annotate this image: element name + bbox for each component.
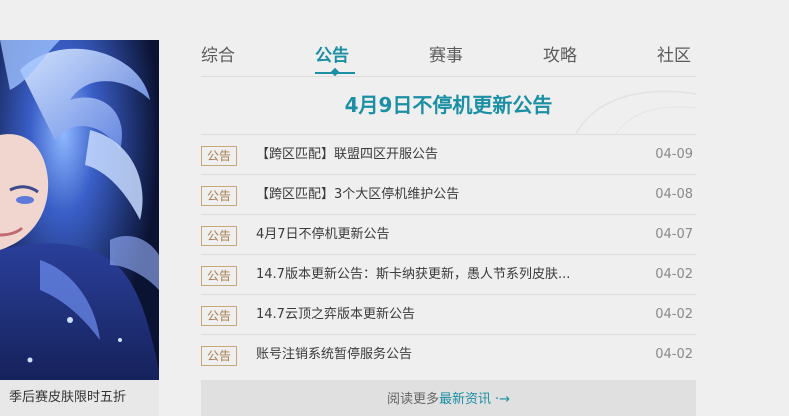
tab-esports[interactable]: 赛事 [429, 41, 463, 66]
news-date: 04-09 [655, 147, 693, 162]
news-item[interactable]: 公告 【跨区匹配】3个大区停机维护公告 04-08 [201, 175, 696, 215]
news-date: 04-08 [655, 187, 693, 202]
news-tag: 公告 [201, 266, 237, 286]
tab-community[interactable]: 社区 [657, 41, 691, 66]
news-item[interactable]: 公告 14.7版本更新公告：斯卡纳获更新，愚人节系列皮肤... 04-02 [201, 255, 696, 295]
featured-headline[interactable]: 4月9日不停机更新公告 [201, 76, 696, 135]
news-item[interactable]: 公告 账号注销系统暂停服务公告 04-02 [201, 335, 696, 375]
news-title[interactable]: 账号注销系统暂停服务公告 [256, 335, 636, 375]
news-date: 04-07 [655, 227, 693, 242]
arrow-right-icon: ·→ [495, 392, 511, 407]
read-more-prefix: 阅读更多 [386, 392, 439, 407]
news-list: 公告 【跨区匹配】联盟四区开服公告 04-09 公告 【跨区匹配】3个大区停机维… [201, 135, 696, 375]
news-title[interactable]: 14.7版本更新公告：斯卡纳获更新，愚人节系列皮肤... [256, 255, 636, 295]
promo-artwork [0, 40, 159, 416]
news-tag: 公告 [201, 226, 237, 246]
news-title[interactable]: 【跨区匹配】3个大区停机维护公告 [256, 175, 636, 215]
promo-banner[interactable]: 季后赛皮肤限时五折 [0, 40, 159, 416]
read-more-highlight: 最新资讯 [438, 392, 491, 407]
news-tag: 公告 [201, 146, 237, 166]
tab-guides[interactable]: 攻略 [543, 41, 577, 66]
news-tag: 公告 [201, 306, 237, 326]
read-more-button[interactable]: 阅读更多最新资讯 ·→ [201, 380, 696, 416]
news-date: 04-02 [655, 347, 693, 362]
news-title[interactable]: 【跨区匹配】联盟四区开服公告 [256, 135, 636, 175]
headline-text: 4月9日不停机更新公告 [344, 93, 553, 117]
active-tab-diamond [330, 67, 340, 77]
news-date: 04-02 [655, 307, 693, 322]
news-date: 04-02 [655, 267, 693, 282]
news-item[interactable]: 公告 4月7日不停机更新公告 04-07 [201, 215, 696, 255]
tab-general[interactable]: 综合 [201, 41, 235, 66]
news-tag: 公告 [201, 186, 237, 206]
decorative-swirl [575, 90, 696, 134]
news-tabs: 综合 公告 赛事 攻略 社区 [201, 38, 696, 77]
news-item[interactable]: 公告 14.7云顶之弈版本更新公告 04-02 [201, 295, 696, 335]
news-page: 季后赛皮肤限时五折 综合 公告 赛事 攻略 社区 4月9日不停机更新公告 公告 … [0, 0, 789, 416]
news-title[interactable]: 14.7云顶之弈版本更新公告 [256, 295, 636, 335]
news-tag: 公告 [201, 346, 237, 366]
tab-announcements[interactable]: 公告 [315, 41, 349, 66]
promo-caption[interactable]: 季后赛皮肤限时五折 [0, 380, 159, 416]
news-item[interactable]: 公告 【跨区匹配】联盟四区开服公告 04-09 [201, 135, 696, 175]
news-title[interactable]: 4月7日不停机更新公告 [256, 215, 636, 255]
